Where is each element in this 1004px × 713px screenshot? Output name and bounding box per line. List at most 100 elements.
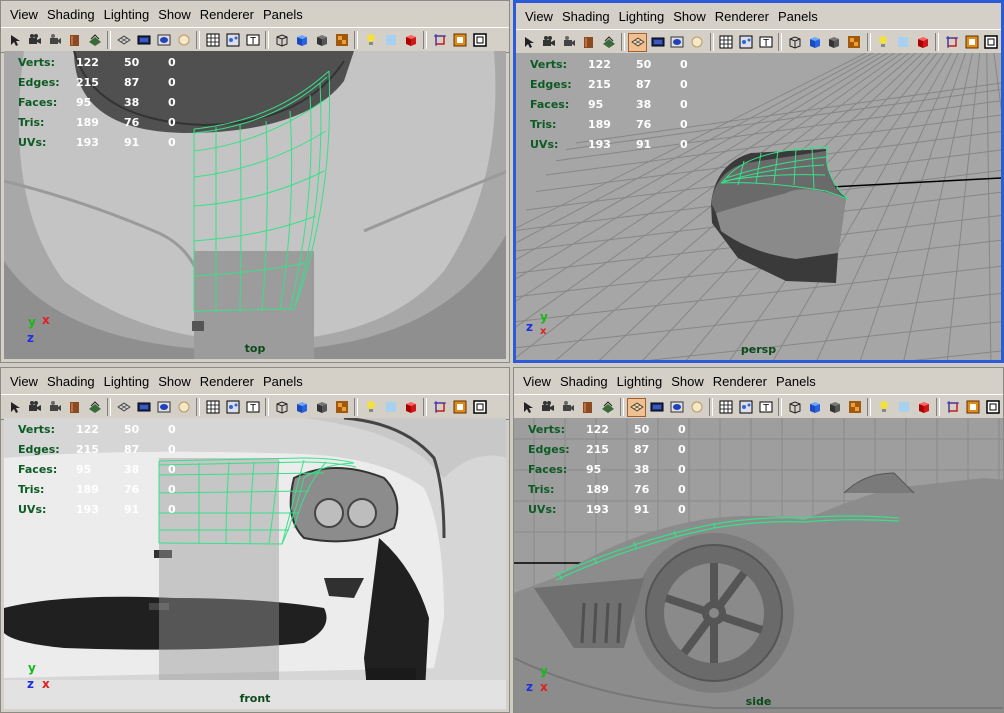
isolate-select-icon[interactable] xyxy=(430,31,449,50)
light-icon[interactable] xyxy=(874,33,893,52)
select-camera-icon[interactable] xyxy=(518,398,537,417)
camera-icon[interactable] xyxy=(25,31,44,50)
camera-icon[interactable] xyxy=(540,33,559,52)
default-light-icon[interactable] xyxy=(381,31,400,50)
menu-view[interactable]: View xyxy=(7,374,44,389)
flat-shade-icon[interactable] xyxy=(312,398,331,417)
menu-shading[interactable]: Shading xyxy=(44,7,101,22)
film-gate-icon[interactable] xyxy=(647,398,666,417)
menu-show[interactable]: Show xyxy=(668,374,710,389)
textured-icon[interactable]: T xyxy=(756,398,775,417)
high-quality-icon[interactable] xyxy=(982,33,1001,52)
high-quality-icon[interactable] xyxy=(470,31,489,50)
menu-show[interactable]: Show xyxy=(155,374,197,389)
light-icon[interactable] xyxy=(361,398,380,417)
select-camera-icon[interactable] xyxy=(5,31,24,50)
light-icon[interactable] xyxy=(874,398,893,417)
bounding-box-icon[interactable] xyxy=(845,398,864,417)
grid-icon[interactable] xyxy=(627,397,646,417)
wireframe-cube-icon[interactable] xyxy=(272,398,291,417)
smooth-shade-icon[interactable] xyxy=(292,31,311,50)
isolate-select-icon[interactable] xyxy=(430,398,449,417)
bounding-box-icon[interactable] xyxy=(845,33,864,52)
xray-joint-icon[interactable] xyxy=(450,31,469,50)
shadow-icon[interactable] xyxy=(401,31,420,50)
viewport-top[interactable]: Verts: 122 50 0 Edges: 215 87 0 Faces: 95 38 0 Tr… xyxy=(4,51,506,359)
menu-renderer[interactable]: Renderer xyxy=(710,374,773,389)
viewport-side-panel[interactable]: View Shading Lighting Show Renderer Pane… xyxy=(513,367,1004,713)
film-gate-icon[interactable] xyxy=(134,31,153,50)
viewport-persp[interactable]: Verts: 122 50 0 Edges: 215 87 0 Faces: 95 38 0 Tr… xyxy=(516,53,1001,360)
wireframe-icon[interactable] xyxy=(203,398,222,417)
bounding-box-icon[interactable] xyxy=(332,31,351,50)
select-camera-icon[interactable] xyxy=(520,33,539,52)
safe-action-icon[interactable] xyxy=(687,398,706,417)
image-plane-icon[interactable] xyxy=(598,398,617,417)
textured-icon[interactable]: T xyxy=(243,31,262,50)
resolution-gate-icon[interactable] xyxy=(154,398,173,417)
xray-icon[interactable] xyxy=(736,398,755,417)
menu-renderer[interactable]: Renderer xyxy=(197,374,260,389)
smooth-shade-icon[interactable] xyxy=(292,398,311,417)
resolution-gate-icon[interactable] xyxy=(154,31,173,50)
xray-icon[interactable] xyxy=(737,33,756,52)
isolate-select-icon[interactable] xyxy=(942,33,961,52)
grid-icon[interactable] xyxy=(114,31,133,50)
light-icon[interactable] xyxy=(361,31,380,50)
bookmark-icon[interactable] xyxy=(65,398,84,417)
default-light-icon[interactable] xyxy=(381,398,400,417)
menu-lighting[interactable]: Lighting xyxy=(101,7,156,22)
safe-action-icon[interactable] xyxy=(174,31,193,50)
resolution-gate-icon[interactable] xyxy=(668,33,687,52)
textured-icon[interactable]: T xyxy=(243,398,262,417)
xray-icon[interactable] xyxy=(223,398,242,417)
menu-shading[interactable]: Shading xyxy=(559,9,616,24)
bookmark-icon[interactable] xyxy=(580,33,599,52)
menu-panels[interactable]: Panels xyxy=(260,374,309,389)
camera-icon[interactable] xyxy=(25,398,44,417)
menu-view[interactable]: View xyxy=(7,7,44,22)
menu-view[interactable]: View xyxy=(522,9,559,24)
image-plane-icon[interactable] xyxy=(85,398,104,417)
viewport-persp-panel[interactable]: View Shading Lighting Show Renderer Pane… xyxy=(513,0,1004,363)
select-camera-icon[interactable] xyxy=(5,398,24,417)
high-quality-icon[interactable] xyxy=(470,398,489,417)
camera-icon[interactable] xyxy=(538,398,557,417)
image-plane-icon[interactable] xyxy=(85,31,104,50)
safe-action-icon[interactable] xyxy=(688,33,707,52)
flat-shade-icon[interactable] xyxy=(312,31,331,50)
isolate-select-icon[interactable] xyxy=(943,398,962,417)
default-light-icon[interactable] xyxy=(894,33,913,52)
wireframe-cube-icon[interactable] xyxy=(272,31,291,50)
menu-show[interactable]: Show xyxy=(670,9,712,24)
menu-renderer[interactable]: Renderer xyxy=(197,7,260,22)
grid-icon[interactable] xyxy=(628,32,648,52)
xray-joint-icon[interactable] xyxy=(962,33,981,52)
menu-lighting[interactable]: Lighting xyxy=(614,374,669,389)
shadow-icon[interactable] xyxy=(914,398,933,417)
menu-view[interactable]: View xyxy=(520,374,557,389)
image-plane-icon[interactable] xyxy=(599,33,618,52)
bookmark-icon[interactable] xyxy=(65,31,84,50)
viewport-side[interactable]: Verts: 122 50 0 Edges: 215 87 0 Faces: 95 38 0 Tr… xyxy=(514,418,1003,712)
xray-joint-icon[interactable] xyxy=(450,398,469,417)
resolution-gate-icon[interactable] xyxy=(667,398,686,417)
flat-shade-icon[interactable] xyxy=(825,33,844,52)
menu-lighting[interactable]: Lighting xyxy=(616,9,671,24)
smooth-shade-icon[interactable] xyxy=(805,33,824,52)
viewport-front[interactable]: Verts: 122 50 0 Edges: 215 87 0 Faces: 95 38 0 Tr… xyxy=(4,418,506,709)
menu-panels[interactable]: Panels xyxy=(773,374,822,389)
high-quality-icon[interactable] xyxy=(983,398,1002,417)
viewport-top-panel[interactable]: View Shading Lighting Show Renderer Pane… xyxy=(0,0,510,363)
shadow-icon[interactable] xyxy=(913,33,932,52)
menu-panels[interactable]: Panels xyxy=(775,9,824,24)
textured-icon[interactable]: T xyxy=(756,33,775,52)
wireframe-cube-icon[interactable] xyxy=(785,33,804,52)
bounding-box-icon[interactable] xyxy=(332,398,351,417)
film-gate-icon[interactable] xyxy=(134,398,153,417)
menu-show[interactable]: Show xyxy=(155,7,197,22)
flat-shade-icon[interactable] xyxy=(825,398,844,417)
wireframe-icon[interactable] xyxy=(203,31,222,50)
bookmark-icon[interactable] xyxy=(578,398,597,417)
grid-icon[interactable] xyxy=(114,398,133,417)
